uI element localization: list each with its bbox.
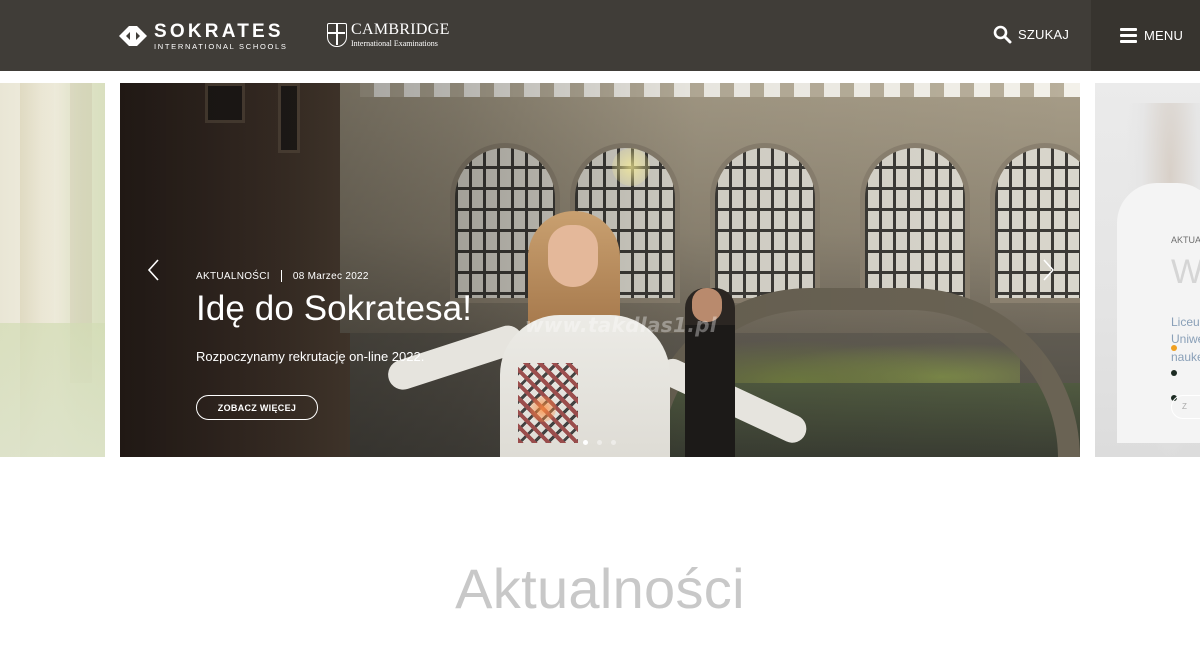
slider-prev-button[interactable]	[144, 258, 164, 282]
chevron-right-icon	[1043, 259, 1055, 281]
cambridge-name: CAMBRIDGE	[351, 21, 450, 38]
cambridge-crest-icon	[327, 23, 347, 47]
slider-dot-3[interactable]	[611, 440, 616, 445]
menu-button[interactable]: MENU	[1091, 0, 1200, 71]
next-slide-category: AKTUALNOŚCI	[1171, 235, 1200, 245]
hero-slide: www.takdlas1.pl AKTUALNOŚCI 08 Marzec 20…	[120, 83, 1080, 457]
logo-name: SOKRATES	[154, 20, 284, 42]
slider-dot-1[interactable]	[583, 440, 588, 445]
sokrates-logo[interactable]: SOKRATES INTERNATIONAL SCHOOLS	[118, 21, 288, 51]
search-icon	[993, 25, 1012, 44]
news-section-title: Aktualności	[455, 557, 745, 620]
slide-caption: AKTUALNOŚCI 08 Marzec 2022 Idę do Sokrat…	[196, 269, 472, 364]
cambridge-logo[interactable]: CAMBRIDGE International Examinations	[327, 22, 450, 48]
slide-date: 08 Marzec 2022	[292, 270, 369, 282]
meta-divider	[280, 270, 282, 282]
slider-dot-2[interactable]	[597, 440, 602, 445]
decorative-dot	[1171, 345, 1177, 351]
slide-description: Rozpoczynamy rekrutację on-line 2022.	[196, 348, 425, 364]
watermark-text: www.takdlas1.pl	[525, 313, 717, 337]
cambridge-tagline: International Examinations	[351, 39, 438, 48]
search-button[interactable]: SZUKAJ	[993, 25, 1069, 44]
slide-meta: AKTUALNOŚCI 08 Marzec 2022	[196, 269, 472, 283]
slider-pagination	[583, 440, 616, 445]
next-slide-text: Liceu Uniwe nauke	[1171, 315, 1200, 364]
chevron-left-icon	[147, 259, 159, 281]
search-label: SZUKAJ	[1018, 27, 1070, 42]
slide-title[interactable]: Idę do Sokratesa!	[196, 289, 472, 329]
slide-category[interactable]: AKTUALNOŚCI	[196, 271, 270, 282]
menu-label: MENU	[1144, 28, 1184, 43]
next-slide-title: W	[1171, 253, 1200, 291]
logo-tagline: INTERNATIONAL SCHOOLS	[154, 41, 288, 51]
slider-next-button[interactable]	[1038, 258, 1058, 282]
see-more-button[interactable]: ZOBACZ WIĘCEJ	[196, 395, 318, 420]
site-header: SOKRATES INTERNATIONAL SCHOOLS CAMBRIDGE…	[0, 0, 1200, 71]
decorative-dot	[1171, 370, 1177, 376]
previous-slide-preview[interactable]	[0, 83, 105, 457]
hamburger-icon	[1120, 28, 1137, 43]
sokrates-logo-icon	[119, 26, 147, 46]
next-slide-preview[interactable]: AKTUALNOŚCI W Liceu Uniwe nauke Z	[1095, 83, 1200, 457]
next-slide-button: Z	[1171, 395, 1200, 419]
